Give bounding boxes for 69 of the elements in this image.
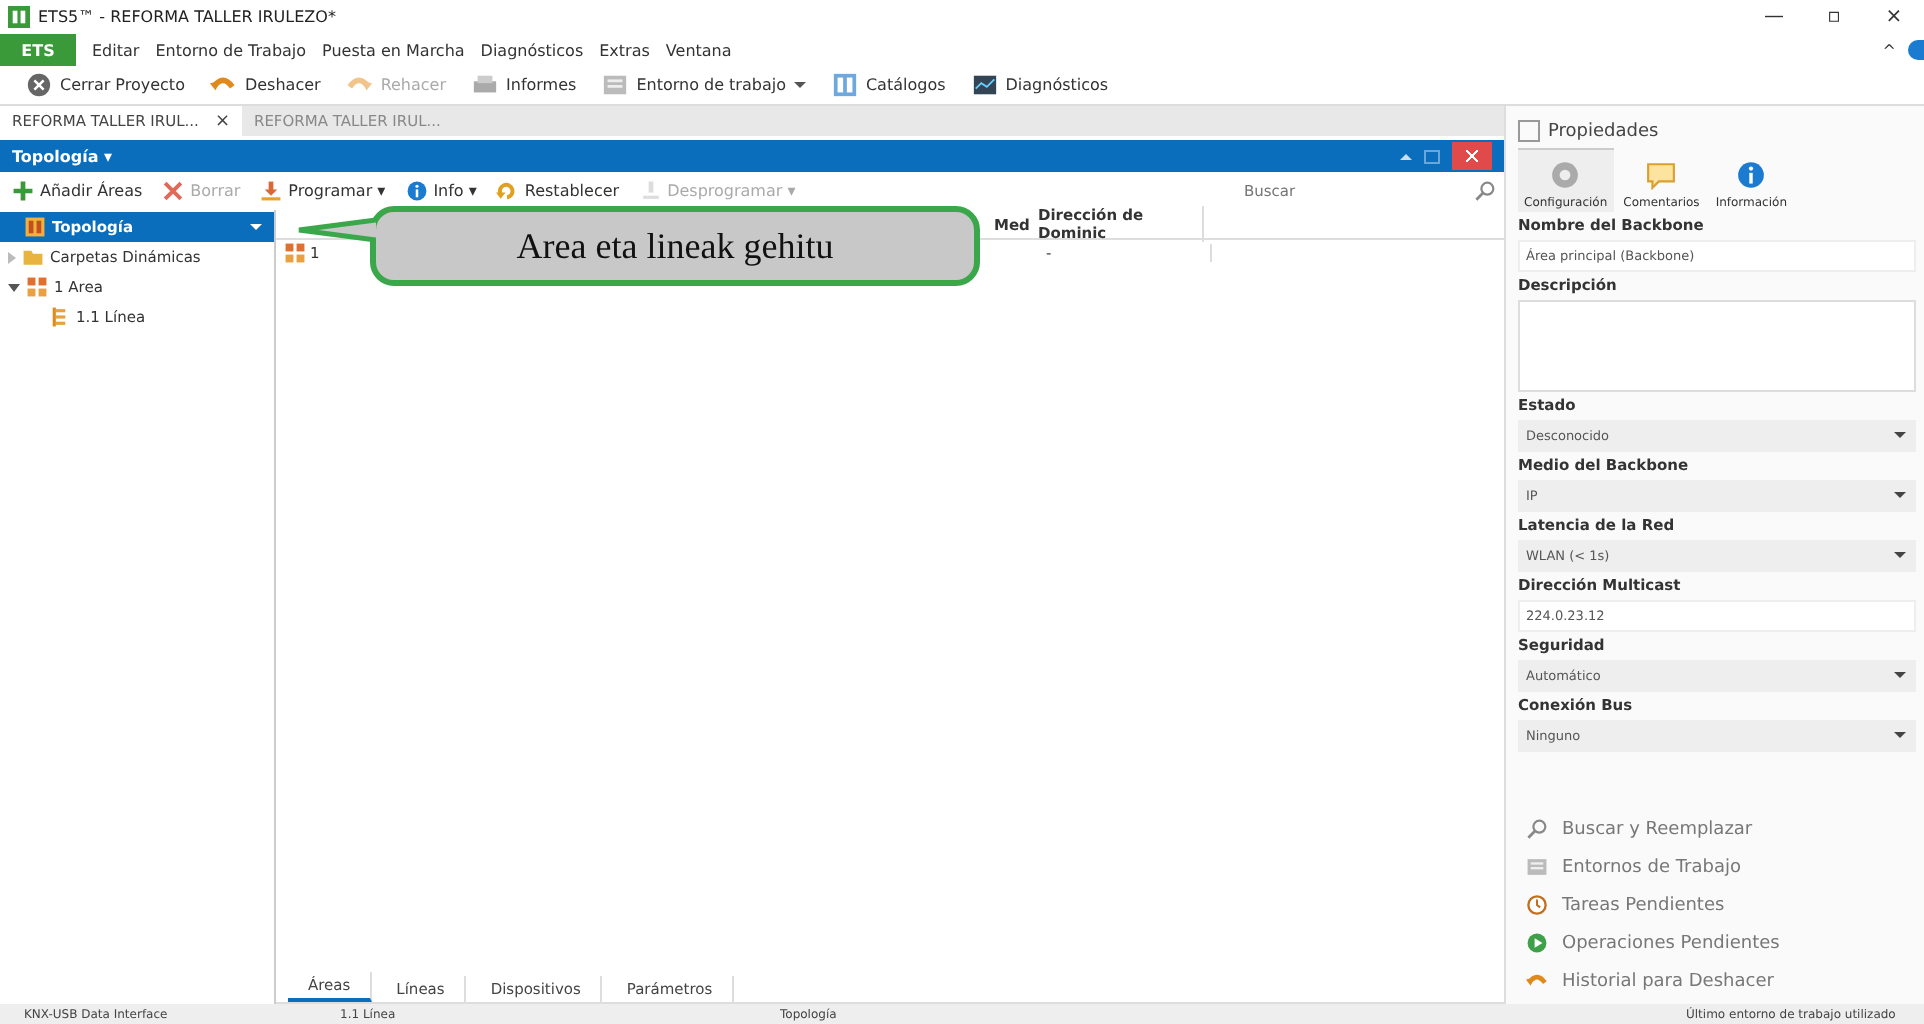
list-icon [602,72,629,98]
close-icon [26,72,52,98]
view-selector[interactable]: Topología ▾ [12,147,113,165]
menu-item[interactable]: Extras [599,41,650,59]
clock-icon [1526,894,1548,916]
action-button[interactable]: Añadir Áreas [4,178,151,204]
collapse-icon[interactable] [1400,153,1412,159]
expander-icon[interactable] [8,283,20,291]
menu-item[interactable]: Puesta en Marcha [322,41,465,59]
list-icon [1526,856,1548,878]
dropdown-caret-icon [1894,732,1906,738]
app-menu-button[interactable]: ETS [0,34,76,66]
close-button[interactable]: × [1864,6,1924,28]
play-icon [1526,932,1548,954]
dropdown-caret-icon [1894,672,1906,678]
printer-icon [472,72,499,98]
dropdown-caret-icon [1894,432,1906,438]
grid-icon [24,216,46,238]
action-button[interactable]: Restablecer [488,178,628,204]
panel-link[interactable]: Entornos de Trabajo [1518,848,1924,886]
panel-link[interactable]: Buscar y Reemplazar [1518,810,1924,848]
maximize-button[interactable]: ▫ [1804,6,1864,28]
input-field[interactable] [1518,300,1916,392]
toolbar-button[interactable]: Informes [462,68,587,102]
action-button[interactable]: Info ▾ [397,178,485,204]
menu-item[interactable]: Entorno de Trabajo [155,41,307,59]
panel-link[interactable]: Tareas Pendientes [1518,886,1924,924]
folder-icon [22,246,44,268]
catalog-icon [831,72,858,98]
restore-icon[interactable] [1424,149,1440,163]
close-tab-button[interactable]: × [214,111,230,131]
tree-line-icon [48,306,70,328]
callout-bubble: Area eta lineak gehitu [370,206,980,286]
reset-icon [496,180,519,202]
callout-pointer [296,216,376,244]
search-icon [1474,180,1496,202]
dropdown-caret-icon [1894,492,1906,498]
info-icon [1736,160,1767,190]
dropdown-caret-icon [1894,552,1906,558]
dropdown-caret-icon [793,82,806,88]
download-icon [260,180,283,202]
toolbar-button[interactable]: Entorno de trabajo [592,68,816,102]
collapse-ribbon-button[interactable]: ^ [1882,41,1896,59]
close-panel-button[interactable] [1452,142,1492,170]
gear-icon [1550,160,1581,190]
toolbar-button[interactable]: Catálogos [821,68,956,102]
panel-link[interactable]: Operaciones Pendientes [1518,924,1924,962]
app-logo-icon [8,6,30,28]
window-title: ETS5™ - REFORMA TALLER IRULEZO* [38,8,336,26]
chart-icon [971,72,998,98]
dropdown-caret-icon [250,224,262,230]
toolbar-button[interactable]: Cerrar Proyecto [16,68,195,102]
delete-icon [162,180,185,202]
search-icon [1526,818,1548,840]
menu-item[interactable]: Editar [92,41,140,59]
menu-item[interactable]: Ventana [665,41,732,59]
comment-icon [1646,160,1677,190]
toolbar-button[interactable]: Diagnósticos [961,68,1119,102]
plus-icon [12,180,34,202]
grid-icon [26,276,48,298]
panel-link[interactable]: Historial para Deshacer [1518,962,1924,1000]
properties-icon [1518,120,1540,142]
toolbar-button[interactable]: Deshacer [200,68,331,102]
info-icon [405,180,428,202]
action-button[interactable]: Programar ▾ [252,178,394,204]
grid-icon [284,241,306,263]
panel-title: Propiedades [1548,121,1659,141]
menu-item[interactable]: Diagnósticos [480,41,584,59]
minimize-button[interactable]: — [1744,6,1804,28]
